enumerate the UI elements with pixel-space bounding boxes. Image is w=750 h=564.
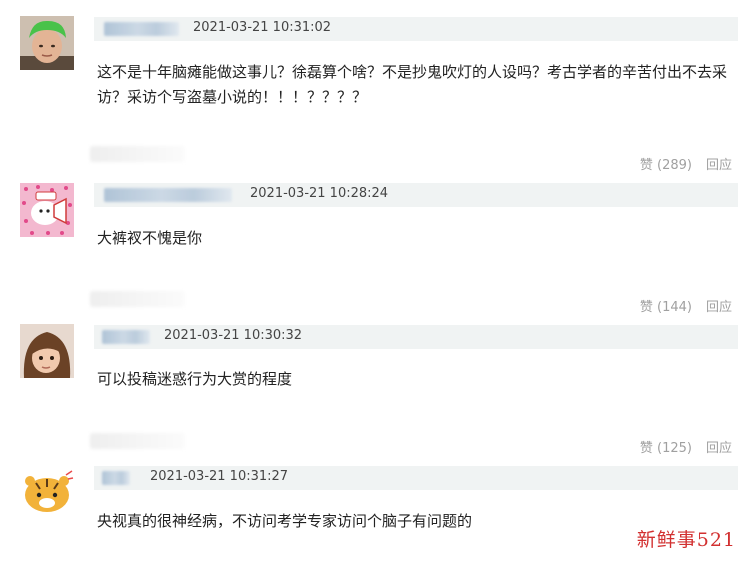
comment-actions: 赞 (289) 回应: [640, 154, 732, 173]
comment-text: 这不是十年脑瘫能做这事儿？徐磊算个啥？不是抄鬼吹灯的人设吗？考古学者的辛苦付出不…: [97, 63, 728, 106]
avatar[interactable]: [20, 465, 74, 519]
blurred-reply-preview: [90, 291, 185, 307]
reply-button[interactable]: 回应: [706, 296, 732, 315]
comment-meta: 2021-03-21 10:31:27: [94, 466, 738, 490]
like-button[interactable]: 赞 (125): [640, 437, 692, 456]
blurred-reply-preview: [90, 433, 185, 449]
comment-meta: 2021-03-21 10:30:32: [94, 325, 738, 349]
timestamp: 2021-03-21 10:28:24: [250, 186, 389, 201]
reply-button[interactable]: 回应: [706, 154, 732, 173]
like-button[interactable]: 赞 (144): [640, 296, 692, 315]
avatar-child-photo-icon: [20, 324, 74, 378]
avatar-green-hair-icon: [20, 16, 74, 70]
watermark: 新鲜事521: [636, 529, 736, 551]
avatar[interactable]: [20, 324, 74, 378]
blurred-reply-preview: [90, 146, 185, 162]
username-blurred[interactable]: [102, 471, 130, 485]
avatar-cartoon-tiger-icon: [20, 465, 74, 519]
like-button[interactable]: 赞 (289): [640, 154, 692, 173]
comment-text: 可以投稿迷惑行为大赏的程度: [97, 370, 293, 388]
comment-meta: 2021-03-21 10:28:24: [94, 183, 738, 207]
timestamp: 2021-03-21 10:31:02: [193, 20, 332, 35]
reply-button[interactable]: 回应: [706, 437, 732, 456]
timestamp: 2021-03-21 10:30:32: [164, 328, 303, 343]
avatar[interactable]: [20, 16, 74, 70]
comment-actions: 赞 (125) 回应: [640, 437, 732, 456]
comment-actions: 赞 (144) 回应: [640, 296, 732, 315]
username-blurred[interactable]: [104, 22, 179, 36]
comment-text: 大裤衩不愧是你: [97, 229, 203, 247]
username-blurred[interactable]: [104, 188, 232, 202]
avatar-sticker-pink-icon: [20, 183, 74, 237]
comment-meta: 2021-03-21 10:31:02: [94, 17, 738, 41]
username-blurred[interactable]: [102, 330, 150, 344]
avatar[interactable]: [20, 183, 74, 237]
timestamp: 2021-03-21 10:31:27: [150, 469, 289, 484]
